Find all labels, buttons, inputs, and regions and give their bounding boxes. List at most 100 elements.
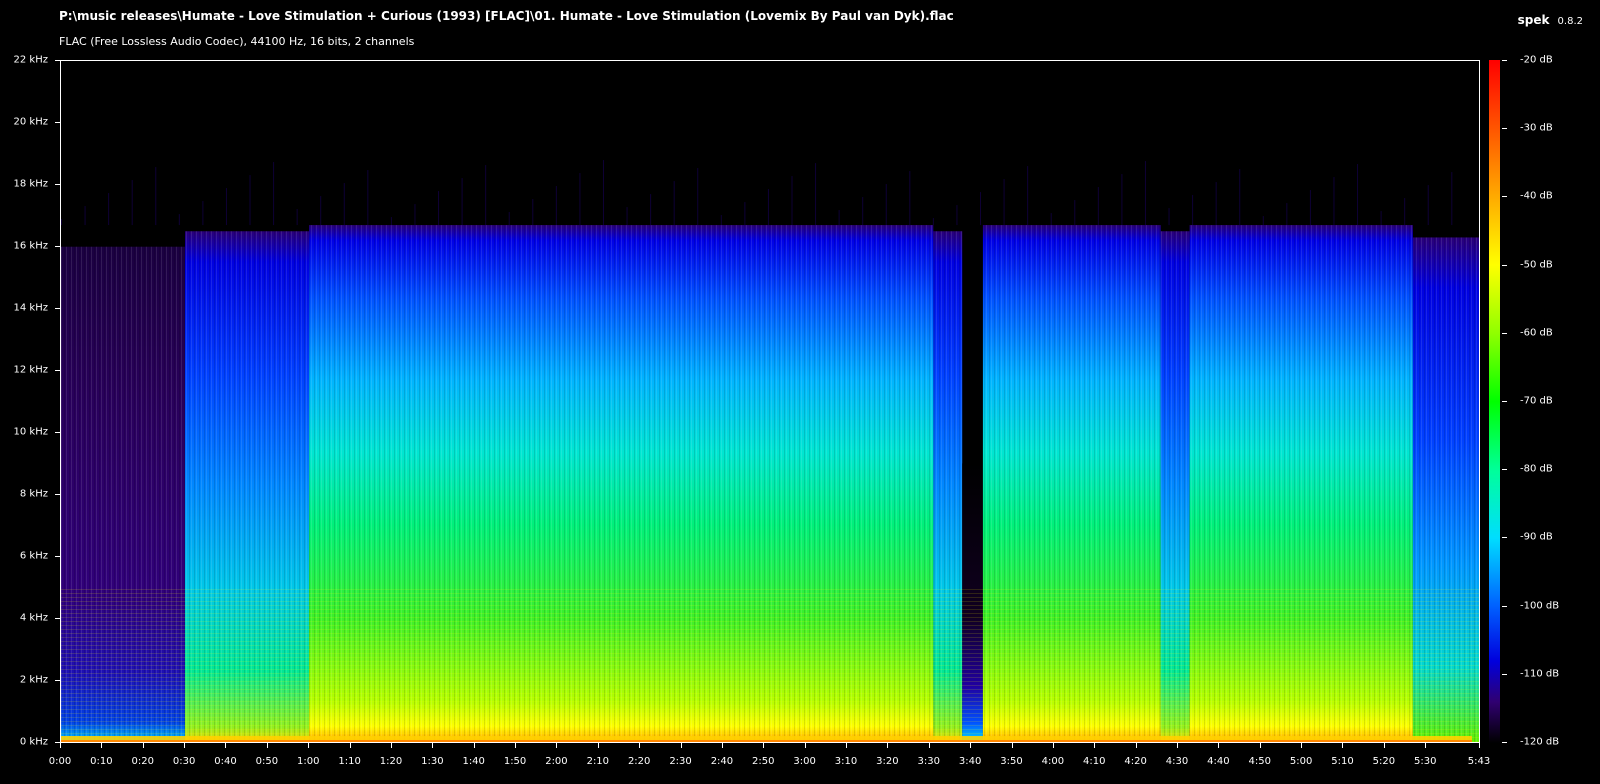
time-tick-mark [1218,743,1219,748]
time-tick-label: 0:10 [90,756,113,767]
frequency-tick-label: 14 kHz [13,302,48,314]
time-tick-label: 0:50 [255,756,279,767]
frequency-tick-label: 20 kHz [13,116,48,128]
time-tick-mark [225,743,226,748]
time-tick-mark [887,743,888,748]
time-tick-mark [1479,743,1480,748]
time-tick-label: 3:00 [793,756,816,767]
time-tick-mark [474,743,475,748]
db-colorbar [1489,60,1500,743]
time-tick-mark [805,743,806,748]
frequency-tick-mark [55,618,60,619]
spectrogram-plot [60,60,1480,743]
time-tick-label: 2:30 [669,756,692,767]
db-tick-mark [1502,742,1507,743]
time-tick-mark [1136,743,1137,748]
time-tick-label: 1:10 [338,756,361,767]
time-tick-mark [556,743,557,748]
db-tick-mark [1502,469,1507,470]
frequency-tick-mark [55,494,60,495]
frequency-tick-label: 16 kHz [13,240,48,252]
db-tick-mark [1502,265,1507,266]
db-tick-label: -120 dB [1520,736,1560,748]
db-tick-label: -50 dB [1520,259,1553,271]
time-tick-mark [1053,743,1054,748]
frequency-tick-mark [55,246,60,247]
time-tick-label: 4:30 [1165,756,1189,767]
db-tick-label: -30 dB [1520,122,1553,134]
time-tick-mark [1301,743,1302,748]
frequency-tick-mark [55,556,60,557]
time-tick-mark [267,743,268,748]
time-tick-label: 2:40 [710,756,734,767]
db-tick-mark [1502,537,1507,538]
time-tick-label: 2:10 [586,756,610,767]
time-tick-mark [432,743,433,748]
time-tick-mark [1425,743,1426,748]
db-tick-mark [1502,606,1507,607]
time-tick-mark [1260,743,1261,748]
frequency-tick-mark [55,60,60,61]
db-tick-mark [1502,196,1507,197]
time-tick-label: 1:30 [421,756,444,767]
time-tick-mark [101,743,102,748]
time-tick-mark [681,743,682,748]
app-name: spek [1517,13,1550,27]
time-tick-mark [598,743,599,748]
file-path-title: P:\music releases\Humate - Love Stimulat… [59,9,954,23]
time-tick-label: 3:20 [876,756,899,767]
time-tick-label: 2:50 [752,756,775,767]
time-tick-label: 3:50 [1000,756,1023,767]
time-tick-mark [970,743,971,748]
frequency-tick-label: 2 kHz [19,674,48,686]
db-tick-label: -110 dB [1520,668,1560,680]
frequency-tick-mark [55,308,60,309]
app-brand: spek 0.8.2 [1518,9,1583,28]
time-tick-mark [184,743,185,748]
frequency-tick-mark [55,370,60,371]
frequency-tick-label: 8 kHz [19,488,48,500]
frequency-tick-mark [55,122,60,123]
time-tick-label: 5:10 [1331,756,1354,767]
time-tick-label: 1:50 [503,756,527,767]
time-tick-mark [391,743,392,748]
time-tick-mark [1342,743,1343,748]
db-tick-label: -70 dB [1520,395,1553,407]
db-tick-mark [1502,333,1507,334]
frequency-tick-mark [55,184,60,185]
time-tick-mark [60,743,61,748]
time-tick-label: 3:10 [834,756,858,767]
db-tick-label: -80 dB [1520,463,1553,475]
time-tick-mark [515,743,516,748]
time-tick-mark [639,743,640,748]
time-tick-label: 1:00 [296,756,320,767]
codec-info: FLAC (Free Lossless Audio Codec), 44100 … [59,35,415,48]
time-tick-label: 4:40 [1207,756,1230,767]
time-tick-mark [308,743,309,748]
time-tick-label: 4:00 [1041,756,1065,767]
time-tick-mark [350,743,351,748]
time-tick-label: 4:50 [1248,756,1271,767]
db-tick-label: -90 dB [1520,531,1553,543]
app-version: 0.8.2 [1557,16,1583,27]
time-tick-mark [1094,743,1095,748]
time-tick-label: 0:20 [131,756,154,767]
db-tick-label: -100 dB [1520,600,1560,612]
time-tick-label: 3:40 [958,756,982,767]
time-tick-label: 0:40 [214,756,237,767]
time-tick-label: 5:43 [1467,756,1491,767]
time-tick-label: 3:30 [917,756,940,767]
frequency-tick-label: 6 kHz [19,550,48,562]
frequency-tick-mark [55,680,60,681]
time-tick-mark [1012,743,1013,748]
time-tick-label: 1:40 [462,756,485,767]
db-tick-mark [1502,401,1507,402]
time-tick-label: 5:30 [1413,756,1437,767]
time-tick-mark [846,743,847,748]
spectrogram-canvas [61,160,1479,742]
time-tick-mark [1384,743,1385,748]
db-tick-mark [1502,128,1507,129]
db-tick-label: -20 dB [1520,54,1553,66]
time-tick-label: 4:20 [1124,756,1147,767]
time-tick-label: 4:10 [1083,756,1106,767]
